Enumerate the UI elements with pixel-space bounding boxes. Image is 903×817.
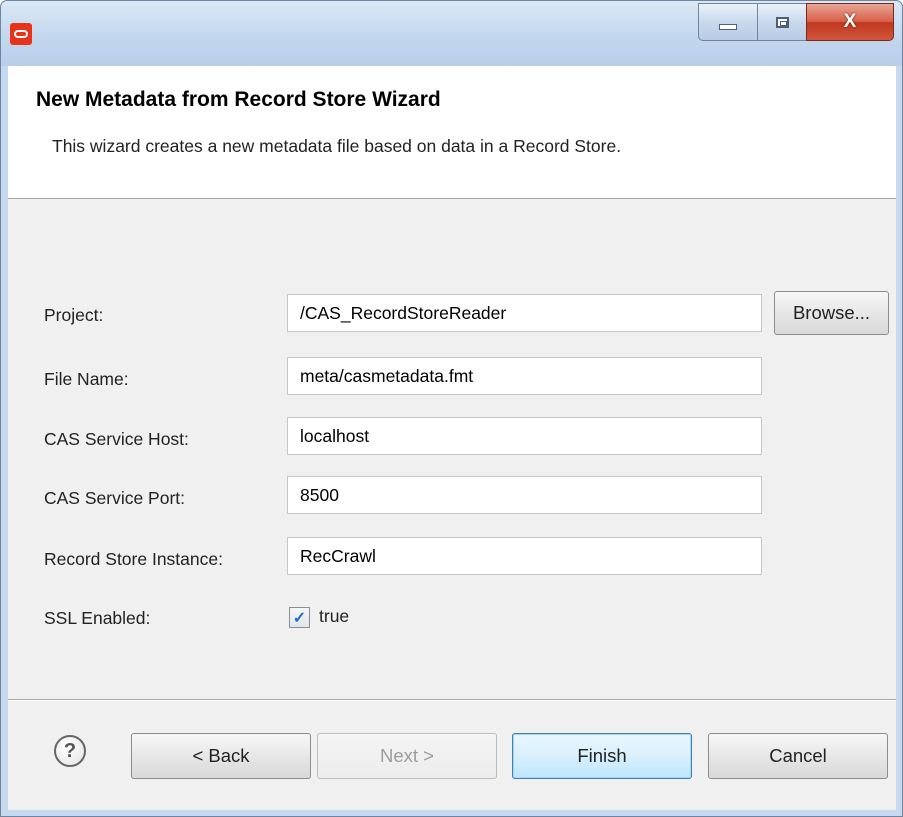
wizard-form: Project: /CAS_RecordStoreReader Browse..… — [8, 199, 896, 699]
next-button: Next > — [317, 733, 497, 779]
maximize-icon — [775, 16, 789, 28]
oracle-logo-icon — [10, 23, 32, 45]
cas-service-port-field[interactable]: 8500 — [287, 476, 762, 514]
record-store-instance-field[interactable]: RecCrawl — [287, 537, 762, 575]
cas-service-port-label: CAS Service Port: — [44, 488, 186, 508]
cas-service-host-label: CAS Service Host: — [44, 429, 189, 449]
wizard-header: New Metadata from Record Store Wizard Th… — [8, 66, 896, 199]
wizard-window: X New Metadata from Record Store Wizard … — [0, 0, 903, 817]
record-store-instance-label: Record Store Instance: — [44, 549, 223, 569]
footer-divider — [8, 699, 896, 701]
project-label: Project: — [44, 305, 104, 325]
title-bar[interactable]: X — [1, 1, 902, 66]
file-name-field[interactable]: meta/casmetadata.fmt — [287, 357, 762, 395]
help-icon[interactable]: ? — [54, 735, 86, 767]
minimize-icon — [719, 24, 737, 30]
close-button[interactable]: X — [806, 3, 894, 41]
ssl-enabled-checkbox[interactable]: ✓ — [289, 607, 310, 628]
minimize-button[interactable] — [698, 3, 758, 41]
project-field[interactable]: /CAS_RecordStoreReader — [287, 294, 762, 332]
close-icon: X — [843, 11, 857, 32]
ssl-enabled-label: SSL Enabled: — [44, 608, 151, 628]
file-name-label: File Name: — [44, 369, 129, 389]
cas-service-host-field[interactable]: localhost — [287, 417, 762, 455]
finish-button[interactable]: Finish — [512, 733, 692, 779]
wizard-title: New Metadata from Record Store Wizard — [36, 88, 441, 111]
ssl-enabled-checkbox-label[interactable]: true — [319, 606, 349, 627]
wizard-description: This wizard creates a new metadata file … — [52, 136, 622, 156]
browse-button[interactable]: Browse... — [774, 291, 889, 335]
cancel-button[interactable]: Cancel — [708, 733, 888, 779]
maximize-button[interactable] — [757, 3, 807, 41]
checkmark-icon: ✓ — [292, 609, 307, 627]
wizard-client-area: New Metadata from Record Store Wizard Th… — [8, 66, 896, 810]
back-button[interactable]: < Back — [131, 733, 311, 779]
